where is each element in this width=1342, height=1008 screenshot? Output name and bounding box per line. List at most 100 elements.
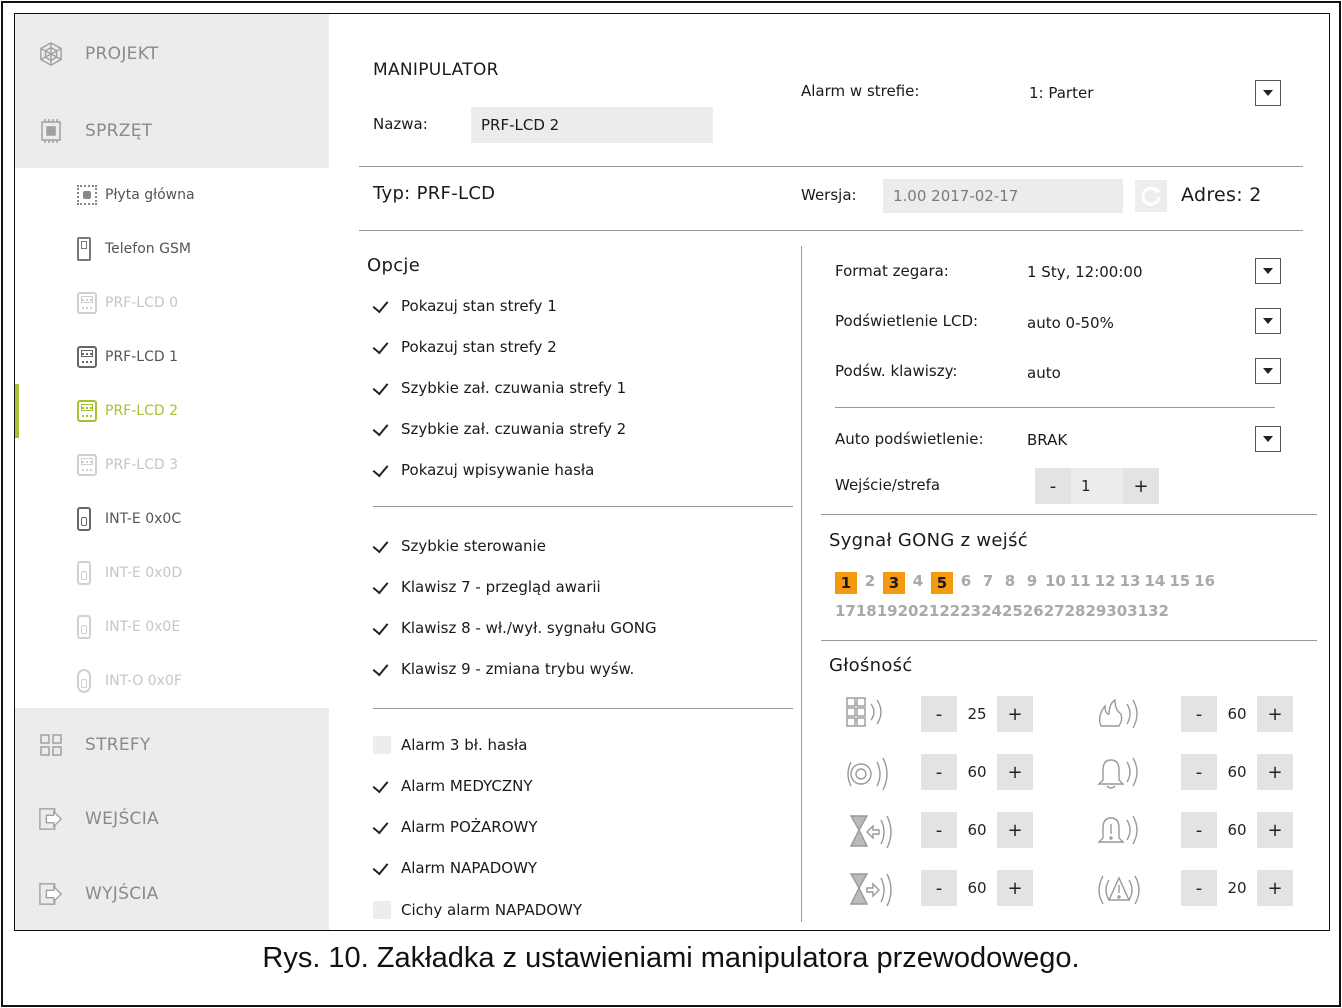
- checkbox-checked[interactable]: [373, 537, 391, 555]
- gong-input-15[interactable]: 15: [1169, 572, 1190, 594]
- volume-exit-delay-stepper[interactable]: - 60 +: [921, 870, 1033, 906]
- checkbox-checked[interactable]: [373, 578, 391, 596]
- increment-button[interactable]: +: [1257, 812, 1293, 848]
- volume-value[interactable]: 25: [957, 696, 997, 732]
- gong-input-13[interactable]: 13: [1120, 572, 1141, 594]
- sidebar-item-prf-lcd-0[interactable]: PRF-LCD 0: [15, 276, 329, 330]
- gong-input-2[interactable]: 2: [861, 572, 879, 594]
- volume-bell-warning-stepper[interactable]: - 60 +: [1181, 812, 1293, 848]
- option-key-7[interactable]: Klawisz 7 - przegląd awarii: [373, 575, 601, 599]
- gong-input-21[interactable]: 21: [919, 602, 940, 620]
- auto-backlight-value[interactable]: BRAK: [1027, 431, 1067, 449]
- volume-value[interactable]: 60: [1217, 754, 1257, 790]
- decrement-button[interactable]: -: [921, 754, 957, 790]
- gong-input-18[interactable]: 18: [856, 602, 877, 620]
- alarm-zone-value[interactable]: 1: Parter: [1029, 84, 1093, 102]
- sidebar-section-wejscia[interactable]: WEJŚCIA: [15, 782, 329, 856]
- increment-button[interactable]: +: [997, 754, 1033, 790]
- gong-input-31[interactable]: 31: [1127, 602, 1148, 620]
- gong-input-26[interactable]: 26: [1023, 602, 1044, 620]
- sidebar-item-int-o-0x0f[interactable]: INT-O 0x0F: [15, 654, 329, 708]
- checkbox-checked[interactable]: [373, 660, 391, 678]
- gong-input-17[interactable]: 17: [835, 602, 856, 620]
- sidebar-item-int-e-0x0c[interactable]: INT-E 0x0C: [15, 492, 329, 546]
- sidebar-item-prf-lcd-2[interactable]: PRF-LCD 2: [15, 384, 329, 438]
- volume-fire-stepper[interactable]: - 60 +: [1181, 696, 1293, 732]
- option-show-zone-2[interactable]: Pokazuj stan strefy 2: [373, 335, 557, 359]
- decrement-button[interactable]: -: [921, 696, 957, 732]
- checkbox-unchecked[interactable]: [373, 901, 391, 919]
- sidebar-item-prf-lcd-3[interactable]: PRF-LCD 3: [15, 438, 329, 492]
- gong-input-10[interactable]: 10: [1045, 572, 1066, 594]
- increment-button[interactable]: +: [1257, 870, 1293, 906]
- gong-input-22[interactable]: 22: [939, 602, 960, 620]
- option-alarm-fire[interactable]: Alarm POŻAROWY: [373, 815, 538, 839]
- sidebar-item-int-e-0x0e[interactable]: INT-E 0x0E: [15, 600, 329, 654]
- increment-button[interactable]: +: [997, 696, 1033, 732]
- auto-backlight-dropdown-button[interactable]: [1255, 426, 1281, 452]
- volume-value[interactable]: 60: [957, 812, 997, 848]
- sidebar-item-mainboard[interactable]: Płyta główna: [15, 168, 329, 222]
- increment-button[interactable]: +: [1257, 754, 1293, 790]
- option-alarm-3-wrong-codes[interactable]: Alarm 3 bł. hasła: [373, 733, 528, 757]
- option-alarm-panic[interactable]: Alarm NAPADOWY: [373, 856, 537, 880]
- decrement-button[interactable]: -: [1181, 870, 1217, 906]
- clock-format-value[interactable]: 1 Sty, 12:00:00: [1027, 263, 1143, 281]
- checkbox-checked[interactable]: [373, 338, 391, 356]
- option-show-zone-1[interactable]: Pokazuj stan strefy 1: [373, 294, 557, 318]
- option-key-9[interactable]: Klawisz 9 - zmiana trybu wyśw.: [373, 657, 634, 681]
- sidebar-section-strefy[interactable]: STREFY: [15, 708, 329, 782]
- gong-input-29[interactable]: 29: [1086, 602, 1107, 620]
- gong-input-3[interactable]: 3: [883, 572, 905, 594]
- volume-value[interactable]: 20: [1217, 870, 1257, 906]
- alarm-zone-dropdown-button[interactable]: [1255, 80, 1281, 106]
- gong-input-32[interactable]: 32: [1148, 602, 1169, 620]
- refresh-icon[interactable]: [1135, 180, 1167, 212]
- checkbox-unchecked[interactable]: [373, 736, 391, 754]
- volume-bell-stepper[interactable]: - 60 +: [1181, 754, 1293, 790]
- gong-input-12[interactable]: 12: [1095, 572, 1116, 594]
- checkbox-checked[interactable]: [373, 420, 391, 438]
- option-show-password[interactable]: Pokazuj wpisywanie hasła: [373, 458, 594, 482]
- key-backlight-value[interactable]: auto: [1027, 364, 1061, 382]
- checkbox-checked[interactable]: [373, 619, 391, 637]
- decrement-button[interactable]: -: [1181, 754, 1217, 790]
- option-quick-control[interactable]: Szybkie sterowanie: [373, 534, 546, 558]
- gong-input-20[interactable]: 20: [898, 602, 919, 620]
- gong-input-28[interactable]: 28: [1065, 602, 1086, 620]
- sidebar-section-projekt[interactable]: PROJEKT: [15, 14, 329, 94]
- checkbox-checked[interactable]: [373, 379, 391, 397]
- gong-input-1[interactable]: 1: [835, 572, 857, 594]
- sidebar-section-sprzet[interactable]: SPRZĘT: [15, 94, 329, 168]
- name-field[interactable]: PRF-LCD 2: [471, 107, 713, 143]
- checkbox-checked[interactable]: [373, 859, 391, 877]
- gong-input-27[interactable]: 27: [1044, 602, 1065, 620]
- gong-input-14[interactable]: 14: [1145, 572, 1166, 594]
- checkbox-checked[interactable]: [373, 461, 391, 479]
- decrement-button[interactable]: -: [921, 812, 957, 848]
- sidebar-item-prf-lcd-1[interactable]: PRF-LCD 1: [15, 330, 329, 384]
- volume-keypad-stepper[interactable]: - 25 +: [921, 696, 1033, 732]
- option-key-8[interactable]: Klawisz 8 - wł./wył. sygnału GONG: [373, 616, 657, 640]
- decrement-button[interactable]: -: [921, 870, 957, 906]
- option-silent-panic[interactable]: Cichy alarm NAPADOWY: [373, 898, 582, 922]
- gong-input-4[interactable]: 4: [909, 572, 927, 594]
- volume-siren-stepper[interactable]: - 60 +: [921, 754, 1033, 790]
- increment-button[interactable]: +: [1257, 696, 1293, 732]
- sidebar-item-int-e-0x0d[interactable]: INT-E 0x0D: [15, 546, 329, 600]
- checkbox-checked[interactable]: [373, 297, 391, 315]
- gong-input-19[interactable]: 19: [877, 602, 898, 620]
- volume-value[interactable]: 60: [1217, 696, 1257, 732]
- volume-value[interactable]: 60: [957, 870, 997, 906]
- key-backlight-dropdown-button[interactable]: [1255, 358, 1281, 384]
- decrement-button[interactable]: -: [1181, 696, 1217, 732]
- gong-input-5[interactable]: 5: [931, 572, 953, 594]
- gong-input-11[interactable]: 11: [1070, 572, 1091, 594]
- sidebar-section-wyjscia[interactable]: WYJŚCIA: [15, 856, 329, 930]
- increment-button[interactable]: +: [997, 812, 1033, 848]
- option-quick-arm-1[interactable]: Szybkie zał. czuwania strefy 1: [373, 376, 626, 400]
- checkbox-checked[interactable]: [373, 818, 391, 836]
- lcd-backlight-dropdown-button[interactable]: [1255, 308, 1281, 334]
- input-zone-value[interactable]: 1: [1071, 468, 1123, 504]
- volume-entry-delay-stepper[interactable]: - 60 +: [921, 812, 1033, 848]
